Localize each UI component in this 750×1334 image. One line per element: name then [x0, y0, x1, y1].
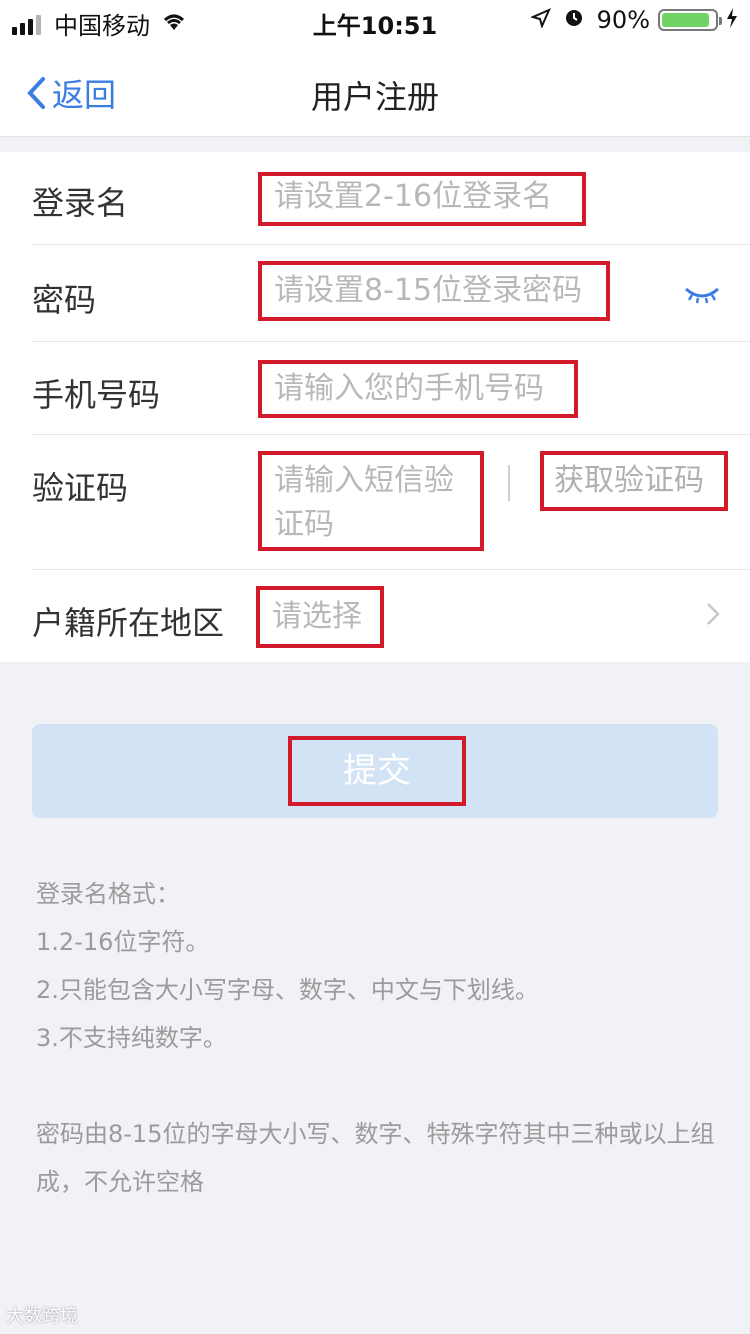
charging-icon — [726, 6, 738, 34]
row-region[interactable]: 户籍所在地区 请选择 — [32, 570, 750, 662]
login-rule-1: 1.2-16位字符。 — [36, 928, 210, 956]
password-input[interactable]: 请设置8-15位登录密码 — [258, 261, 610, 321]
rules-notes: 登录名格式： 1.2-16位字符。 2.只能包含大小写字母、数字、中文与下划线。… — [36, 870, 716, 1206]
location-icon — [529, 6, 551, 34]
divider — [508, 465, 510, 501]
login-name-label: 登录名 — [32, 184, 129, 222]
status-bar: 中国移动 上午10:51 90% — [0, 0, 750, 40]
register-form: 登录名 请设置2-16位登录名 密码 请设置8-15位登录密码 手机号码 请输入… — [0, 152, 750, 662]
region-label: 户籍所在地区 — [32, 604, 225, 642]
login-rule-3: 3.不支持纯数字。 — [36, 1024, 227, 1052]
get-code-button[interactable]: 获取验证码 — [540, 451, 728, 511]
chevron-right-icon[interactable] — [706, 602, 720, 630]
password-label: 密码 — [32, 281, 97, 319]
code-input[interactable]: 请输入短信验证码 — [258, 451, 484, 551]
login-rule-2: 2.只能包含大小写字母、数字、中文与下划线。 — [36, 976, 539, 1004]
row-login-name: 登录名 请设置2-16位登录名 — [32, 152, 750, 245]
page-title: 用户注册 — [310, 78, 439, 116]
phone-input[interactable]: 请输入您的手机号码 — [258, 360, 578, 418]
region-select[interactable]: 请选择 — [256, 586, 384, 648]
password-rule: 密码由8-15位的字母大小写、数字、特殊字符其中三种或以上组成，不允许空格 — [36, 1120, 715, 1196]
row-password: 密码 请设置8-15位登录密码 — [32, 245, 750, 342]
battery-percent: 90% — [596, 6, 650, 34]
row-code: 验证码 请输入短信验证码 获取验证码 — [32, 435, 750, 570]
submit-button[interactable]: 提交 — [288, 736, 466, 806]
row-phone: 手机号码 请输入您的手机号码 — [32, 342, 750, 435]
login-name-input[interactable]: 请设置2-16位登录名 — [258, 172, 586, 226]
phone-label: 手机号码 — [32, 376, 161, 414]
submit-area[interactable]: 提交 — [32, 724, 718, 818]
status-right: 90% — [529, 6, 738, 34]
eye-closed-icon[interactable] — [684, 285, 720, 309]
code-label: 验证码 — [32, 469, 129, 507]
nav-bar: 返回 用户注册 — [0, 40, 750, 137]
watermark-logo: 大数跨境 — [6, 1306, 78, 1327]
login-format-title: 登录名格式： — [36, 880, 180, 908]
alarm-icon — [563, 6, 585, 34]
battery-icon — [658, 9, 722, 31]
